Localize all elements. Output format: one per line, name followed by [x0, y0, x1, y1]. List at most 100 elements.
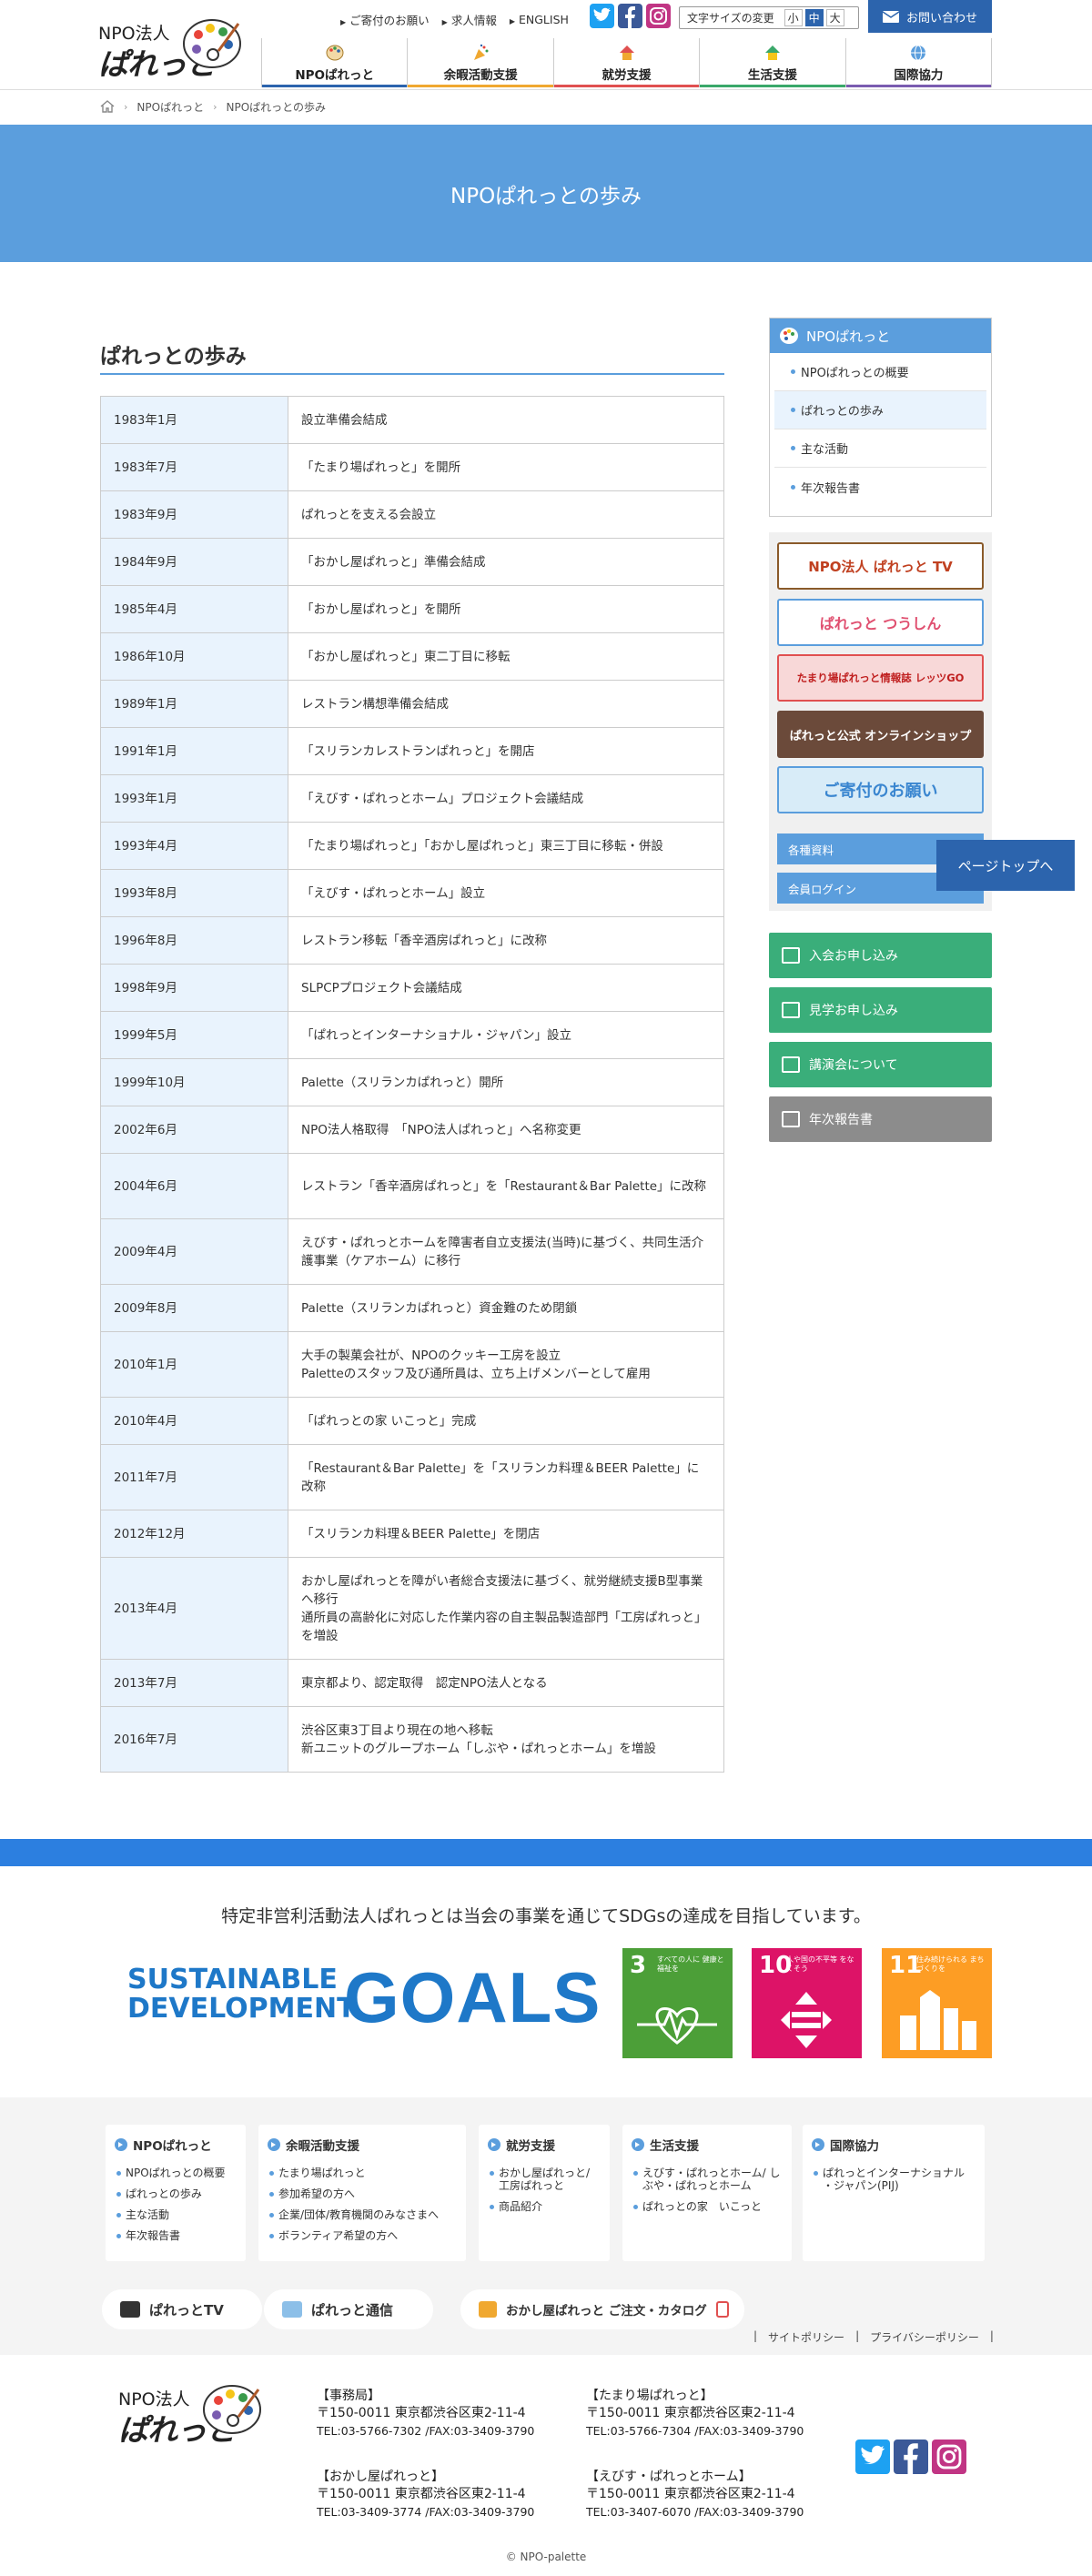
util-link-jobs[interactable]: ▶ 求人情報 — [442, 11, 497, 28]
util-link-english[interactable]: ▶ ENGLISH — [510, 13, 569, 26]
lecture-info-button[interactable]: 講演会について — [769, 1042, 992, 1087]
banner-online-shop[interactable]: ぱれっと公式 オンラインショップ — [777, 711, 984, 758]
footer-link[interactable]: ぱれっとの家 いこっと — [632, 2200, 783, 2213]
mail-icon — [882, 10, 899, 23]
history-row: 2004年6月 レストラン「香辛酒房ぱれっと」を「Restaurant＆Bar P… — [100, 1153, 724, 1219]
history-row: 2011年7月 「Restaurant＆Bar Palette」を「スリランカ料理… — [100, 1444, 724, 1510]
visit-apply-button[interactable]: 見学お申し込み — [769, 987, 992, 1033]
banner-tamariba-magazine[interactable]: たまり場ぱれっと情報誌 レッツGO — [777, 654, 984, 702]
footer-col-living: 生活支援 えびす・ぱれっとホーム/ しぶや・ぱれっとホーム ぱれっとの家 いこっ… — [622, 2125, 792, 2261]
twitter-icon[interactable] — [590, 4, 614, 28]
arrow-circle-icon — [115, 2138, 127, 2151]
membership-apply-button[interactable]: 入会お申し込み — [769, 933, 992, 978]
history-row: 1984年9月 「おかし屋ぱれっと」準備会結成 — [100, 538, 724, 586]
nav-underline — [262, 85, 408, 87]
triangle-icon: ▶ — [441, 17, 448, 26]
footer-link[interactable]: たまり場ぱれっと — [268, 2167, 457, 2179]
history-date: 1999年5月 — [100, 1011, 288, 1059]
history-row: 1996年8月 レストラン移転「香辛酒房ぱれっと」に改称 — [100, 916, 724, 965]
nav-item-employment[interactable]: 就労支援 — [552, 38, 700, 87]
history-date: 1991年1月 — [100, 727, 288, 775]
privacy-policy-link[interactable]: プライバシーポリシー — [870, 2329, 979, 2345]
history-row: 1999年5月 「ぱれっとインターナショナル・ジャパン」設立 — [100, 1011, 724, 1059]
nav-item-leisure[interactable]: 余暇活動支援 — [407, 38, 553, 87]
sdg-goal-10: 10 人や国の不平等 をなくそう — [752, 1948, 862, 2058]
site-policy-link[interactable]: サイトポリシー — [768, 2329, 844, 2345]
instagram-icon[interactable] — [932, 2440, 966, 2474]
history-row: 1993年1月 「えびす・ぱれっとホーム」プロジェクト会議結成 — [100, 774, 724, 823]
font-size-medium-button[interactable]: 中 — [804, 9, 824, 26]
contact-button[interactable]: お問い合わせ — [868, 0, 992, 33]
footer-pill-tsushin[interactable]: ぱれっと通信 — [264, 2289, 433, 2329]
twitter-icon[interactable] — [855, 2440, 890, 2474]
banner-palette-tsushin[interactable]: ぱれっと つうしん — [777, 599, 984, 646]
footer-link[interactable]: えびす・ぱれっとホーム/ しぶや・ぱれっとホーム — [632, 2167, 783, 2192]
footer-link[interactable]: NPOぱれっとの概要 — [115, 2167, 237, 2179]
banner-palette-tv[interactable]: NPO法人 ぱれっと TV — [777, 542, 984, 590]
history-event: おかし屋ぱれっとを障がい者総合支援法に基づく、就労継続支援B型事業へ移行 通所員… — [288, 1557, 724, 1660]
sidebar-item-activities[interactable]: 主な活動 — [774, 429, 986, 468]
breadcrumb-item[interactable]: NPOぱれっと — [136, 99, 204, 115]
facebook-icon[interactable] — [618, 4, 642, 28]
nav-item-international[interactable]: 国際協力 — [844, 38, 993, 87]
footer-link[interactable]: 商品紹介 — [488, 2200, 601, 2213]
page-hero: NPOぱれっとの歩み — [0, 125, 1092, 262]
footer-pill-tv[interactable]: ぱれっとTV — [102, 2289, 262, 2329]
font-size-large-button[interactable]: 大 — [825, 9, 844, 26]
footer-link[interactable]: 年次報告書 — [115, 2229, 237, 2242]
page-top-button[interactable]: ページトップへ — [936, 840, 1075, 891]
footer-logo[interactable]: NPO法人 ぱれっと — [118, 2382, 264, 2448]
history-row: 1998年9月 SLPCPプロジェクト会議結成 — [100, 964, 724, 1012]
footer-link[interactable]: ボランティア希望の方へ — [268, 2229, 457, 2242]
instagram-icon[interactable] — [646, 4, 671, 28]
history-event: 「おかし屋ぱれっと」準備会結成 — [288, 538, 724, 586]
banner-donation[interactable]: ご寄付のお願い — [777, 766, 984, 813]
util-link-donation[interactable]: ▶ ご寄付のお願い — [340, 11, 430, 28]
arrow-circle-icon — [488, 2138, 500, 2151]
history-event: 設立準備会結成 — [288, 396, 724, 444]
globe-icon — [911, 45, 926, 60]
footer-link[interactable]: おかし屋ぱれっと/ 工房ぱれっと — [488, 2167, 601, 2192]
footer-link[interactable]: ぱれっとインターナショナル ・ジャパン(PIJ) — [812, 2167, 976, 2192]
nav-item-living[interactable]: 生活支援 — [699, 38, 845, 87]
sidebar-item-annual-report[interactable]: 年次報告書 — [774, 468, 986, 506]
font-size-small-button[interactable]: 小 — [784, 9, 803, 26]
footer-link[interactable]: 主な活動 — [115, 2208, 237, 2221]
history-event: 渋谷区東3丁目より現在の地へ移転 新ユニットのグループホーム「しぶや・ぱれっとホ… — [288, 1706, 724, 1773]
footer-pill-catalog[interactable]: おかし屋ぱれっと ご注文・カタログ — [460, 2289, 744, 2329]
nav-underline — [845, 85, 992, 87]
footer-col-employment: 就労支援 おかし屋ぱれっと/ 工房ぱれっと 商品紹介 — [479, 2125, 610, 2261]
bullet-icon — [791, 408, 795, 412]
sidebar-item-history[interactable]: ぱれっとの歩み — [774, 391, 986, 429]
history-row: 1993年8月 「えびす・ぱれっとホーム」設立 — [100, 869, 724, 917]
history-date: 1983年7月 — [100, 443, 288, 491]
history-event: 「おかし屋ぱれっと」を開所 — [288, 585, 724, 633]
footer-link[interactable]: 参加希望の方へ — [268, 2187, 457, 2200]
chevron-right-icon: › — [213, 100, 217, 113]
nav-item-npo[interactable]: NPOぱれっと — [261, 38, 408, 87]
arrow-circle-icon — [812, 2138, 824, 2151]
document-icon — [782, 1111, 800, 1127]
home-icon[interactable] — [100, 100, 115, 113]
history-event: 「たまり場ぱれっと」「おかし屋ぱれっと」東三丁目に移転・併設 — [288, 822, 724, 870]
history-date: 2009年8月 — [100, 1284, 288, 1332]
copyright: © NPO-palette — [505, 2551, 587, 2563]
history-row: 2016年7月 渋谷区東3丁目より現在の地へ移転 新ユニットのグループホーム「しぶ… — [100, 1706, 724, 1773]
site-logo[interactable]: NPO法人 ぱれっと — [98, 16, 244, 82]
tv-icon — [120, 2301, 140, 2318]
facebook-icon[interactable] — [894, 2440, 928, 2474]
annual-report-button[interactable]: 年次報告書 — [769, 1096, 992, 1142]
arrow-circle-icon — [632, 2138, 644, 2151]
footer-link[interactable]: ぱれっとの歩み — [115, 2187, 237, 2200]
nav-underline — [553, 85, 700, 87]
footer-link[interactable]: 企業/団体/教育機関のみなさまへ — [268, 2208, 457, 2221]
sidebar-item-overview[interactable]: NPOぱれっとの概要 — [774, 353, 986, 391]
sdgs-goals-logo: GOALS — [344, 1957, 602, 2037]
history-row: 2002年6月 NPO法人格取得 「NPO法人ぱれっと」へ名称変更 — [100, 1106, 724, 1154]
sdg-goal-11: 11 住み続けられる まちづくりを — [882, 1948, 992, 2058]
footer-col-international: 国際協力 ぱれっとインターナショナル ・ジャパン(PIJ) — [803, 2125, 985, 2261]
history-event: 「えびす・ぱれっとホーム」設立 — [288, 869, 724, 917]
form-icon — [782, 947, 800, 964]
sdgs-logo-text: SUSTAINABLE DEVELOPMENT — [127, 1964, 356, 2025]
address-office: 【事務局】 〒150-0011 東京都渋谷区東2-11-4 TEL:03-576… — [317, 2389, 535, 2438]
